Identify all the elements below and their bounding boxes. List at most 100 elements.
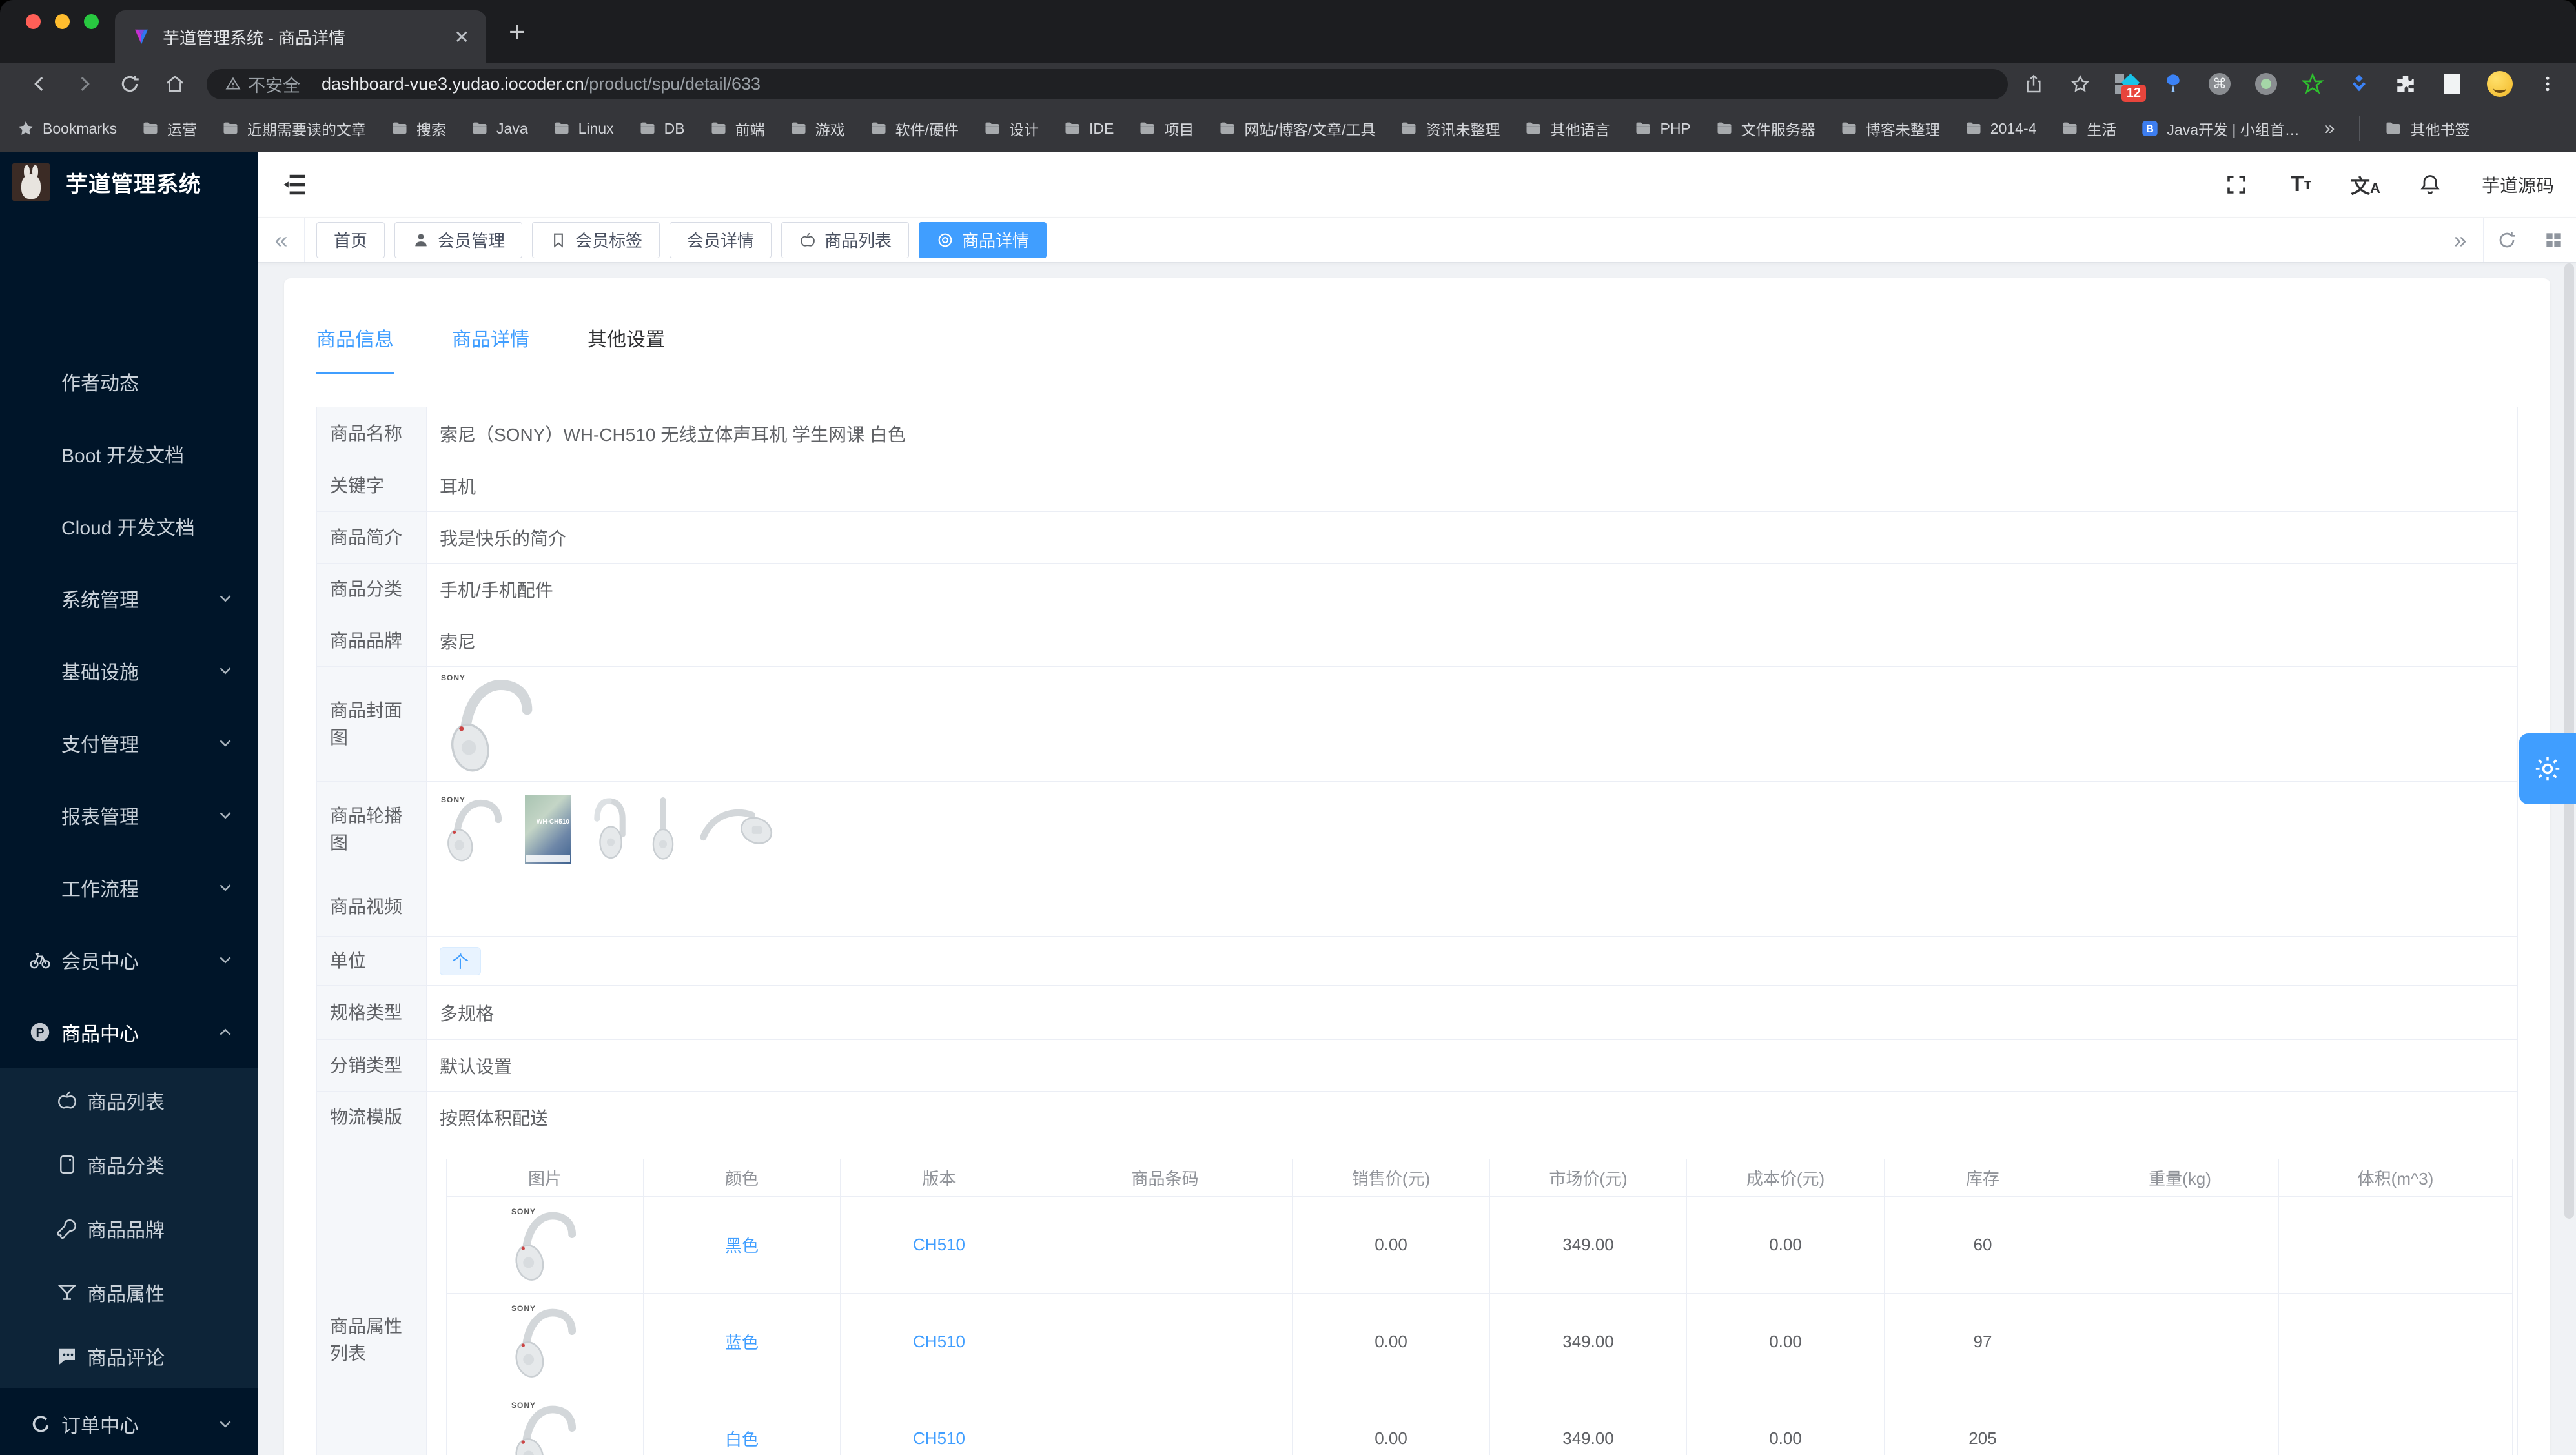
tag-item[interactable]: 首页 bbox=[316, 221, 385, 258]
bookmarks-overflow-icon[interactable]: » bbox=[2324, 117, 2335, 139]
bookmark-item[interactable]: 文件服务器 bbox=[1715, 117, 1815, 139]
forward-icon[interactable] bbox=[62, 73, 107, 95]
extensions-puzzle-icon[interactable] bbox=[2394, 72, 2417, 96]
refresh-icon[interactable] bbox=[2483, 218, 2530, 262]
carousel-image[interactable] bbox=[646, 795, 680, 864]
sidebar-menu-item[interactable]: 基础设施 bbox=[0, 635, 258, 707]
reload-icon[interactable] bbox=[107, 73, 152, 95]
sidebar-menu-item[interactable]: 作者动态 bbox=[0, 345, 258, 418]
extension-icon[interactable]: ⌘ bbox=[2208, 72, 2231, 96]
sidebar-menu-item[interactable]: P 商品中心 bbox=[0, 996, 258, 1068]
sku-color-link[interactable]: 蓝色 bbox=[725, 1333, 759, 1352]
sku-version-link[interactable]: CH510 bbox=[913, 1332, 965, 1351]
carousel-image[interactable]: SONY bbox=[440, 795, 508, 864]
bookmark-item[interactable]: IDE bbox=[1063, 119, 1114, 137]
sidebar-menu-item[interactable]: 商品属性 bbox=[0, 1260, 258, 1324]
tab-product-detail[interactable]: 商品详情 bbox=[452, 323, 529, 374]
sku-image[interactable]: SONY bbox=[510, 1303, 580, 1380]
sidebar-menu-item[interactable]: 商品列表 bbox=[0, 1068, 258, 1132]
bookmark-item[interactable]: 其他语言 bbox=[1524, 117, 1610, 139]
carousel-image[interactable] bbox=[697, 800, 774, 859]
extension-icon[interactable] bbox=[2162, 72, 2185, 96]
security-warning[interactable]: 不安全 bbox=[225, 72, 300, 97]
bookmark-item[interactable]: 项目 bbox=[1138, 117, 1194, 139]
back-icon[interactable] bbox=[17, 73, 62, 95]
sku-version-link[interactable]: CH510 bbox=[913, 1235, 965, 1254]
bookmarks-root[interactable]: Bookmarks bbox=[17, 119, 117, 137]
carousel-image[interactable]: WH-CH510 bbox=[525, 795, 571, 864]
bookmark-item[interactable]: 资讯未整理 bbox=[1400, 117, 1500, 139]
home-icon[interactable] bbox=[152, 73, 198, 95]
bookmark-item[interactable]: PHP bbox=[1634, 119, 1691, 137]
sidebar-menu-item[interactable]: 商品分类 bbox=[0, 1132, 258, 1196]
extension-icon[interactable]: 12 bbox=[2115, 72, 2146, 102]
profile-avatar[interactable] bbox=[2487, 71, 2513, 97]
bookmark-item[interactable]: 搜索 bbox=[391, 117, 446, 139]
menu-fold-icon[interactable] bbox=[280, 170, 309, 199]
bookmark-item[interactable]: 前端 bbox=[710, 117, 765, 139]
app-logo-row[interactable]: 芋道管理系统 bbox=[0, 152, 258, 202]
tags-scroll-right-icon[interactable]: » bbox=[2437, 218, 2483, 262]
sku-image[interactable]: SONY bbox=[510, 1400, 580, 1455]
fullscreen-icon[interactable] bbox=[2223, 172, 2249, 198]
window-controls[interactable] bbox=[26, 14, 99, 29]
tag-item[interactable]: 商品列表 bbox=[781, 221, 910, 258]
sidebar-menu-item[interactable]: 支付管理 bbox=[0, 707, 258, 779]
sku-image[interactable]: SONY bbox=[510, 1206, 580, 1283]
cover-image[interactable]: SONY bbox=[440, 673, 542, 775]
sidebar-menu-item[interactable]: 工作流程 bbox=[0, 851, 258, 924]
other-bookmarks[interactable]: 其他书签 bbox=[2384, 117, 2469, 139]
bookmark-item[interactable]: 设计 bbox=[983, 117, 1039, 139]
close-window-button[interactable] bbox=[26, 14, 41, 29]
tags-scroll-left-icon[interactable]: « bbox=[258, 218, 305, 262]
minimize-window-button[interactable] bbox=[55, 14, 70, 29]
extension-icon[interactable] bbox=[2301, 72, 2324, 96]
tag-item[interactable]: 会员标签 bbox=[532, 221, 660, 258]
bookmark-item[interactable]: 2014-4 bbox=[1965, 119, 2036, 137]
maximize-window-button[interactable] bbox=[84, 14, 99, 29]
sku-color-link[interactable]: 白色 bbox=[725, 1430, 759, 1449]
tag-item[interactable]: 商品详情 bbox=[919, 221, 1047, 258]
tab-other-settings[interactable]: 其他设置 bbox=[588, 323, 665, 374]
sidebar-menu-item[interactable]: 订单中心 bbox=[0, 1388, 258, 1455]
sidebar-menu-item[interactable]: Boot 开发文档 bbox=[0, 418, 258, 490]
extension-icon[interactable] bbox=[2347, 72, 2371, 96]
bookmark-item[interactable]: B Java开发 | 小组首… bbox=[2141, 117, 2300, 139]
sidebar-menu-item[interactable]: 商品评论 bbox=[0, 1324, 258, 1388]
tab-close-icon[interactable]: ✕ bbox=[455, 26, 469, 48]
current-user[interactable]: 芋道源码 bbox=[2482, 172, 2554, 198]
sidebar-menu-item[interactable]: 商品品牌 bbox=[0, 1196, 258, 1260]
sidebar-menu-item[interactable]: 报表管理 bbox=[0, 779, 258, 851]
sku-color-link[interactable]: 黑色 bbox=[725, 1236, 759, 1256]
browser-menu-icon[interactable] bbox=[2536, 72, 2559, 96]
bookmark-item[interactable]: Linux bbox=[553, 119, 614, 137]
layout-grid-icon[interactable] bbox=[2530, 218, 2576, 262]
bookmark-item[interactable]: DB bbox=[639, 119, 685, 137]
bookmark-item[interactable]: 博客未整理 bbox=[1840, 117, 1940, 139]
notification-bell-icon[interactable] bbox=[2417, 172, 2443, 198]
extension-icon[interactable] bbox=[2440, 72, 2464, 96]
tag-item[interactable]: 会员管理 bbox=[394, 221, 523, 258]
sku-version-link[interactable]: CH510 bbox=[913, 1429, 965, 1448]
settings-gear-button[interactable] bbox=[2519, 733, 2576, 804]
new-tab-button[interactable]: + bbox=[509, 18, 526, 46]
font-size-icon[interactable]: Tт bbox=[2288, 172, 2314, 198]
bookmark-star-icon[interactable] bbox=[2069, 72, 2092, 96]
bookmark-item[interactable]: 网站/博客/文章/工具 bbox=[1218, 117, 1375, 139]
extension-icon[interactable] bbox=[2254, 72, 2278, 96]
bookmark-item[interactable]: 近期需要读的文章 bbox=[221, 117, 366, 139]
tag-item[interactable]: 会员详情 bbox=[670, 221, 772, 258]
bookmark-item[interactable]: 软件/硬件 bbox=[870, 117, 959, 139]
share-icon[interactable] bbox=[2022, 72, 2045, 96]
browser-tab[interactable]: 芋道管理系统 - 商品详情 ✕ bbox=[115, 10, 486, 63]
bookmark-item[interactable]: 生活 bbox=[2061, 117, 2116, 139]
language-icon[interactable]: 文A bbox=[2351, 172, 2380, 198]
carousel-image[interactable] bbox=[588, 795, 629, 864]
sidebar-menu-item[interactable]: 会员中心 bbox=[0, 924, 258, 996]
tab-product-info[interactable]: 商品信息 bbox=[316, 323, 394, 374]
bookmark-item[interactable]: 游戏 bbox=[790, 117, 845, 139]
sidebar-menu-item[interactable]: 系统管理 bbox=[0, 562, 258, 635]
bookmark-item[interactable]: Java bbox=[471, 119, 528, 137]
address-bar[interactable]: 不安全 dashboard-vue3.yudao.iocoder.cn/prod… bbox=[207, 68, 2008, 99]
bookmark-item[interactable]: 运营 bbox=[141, 117, 197, 139]
